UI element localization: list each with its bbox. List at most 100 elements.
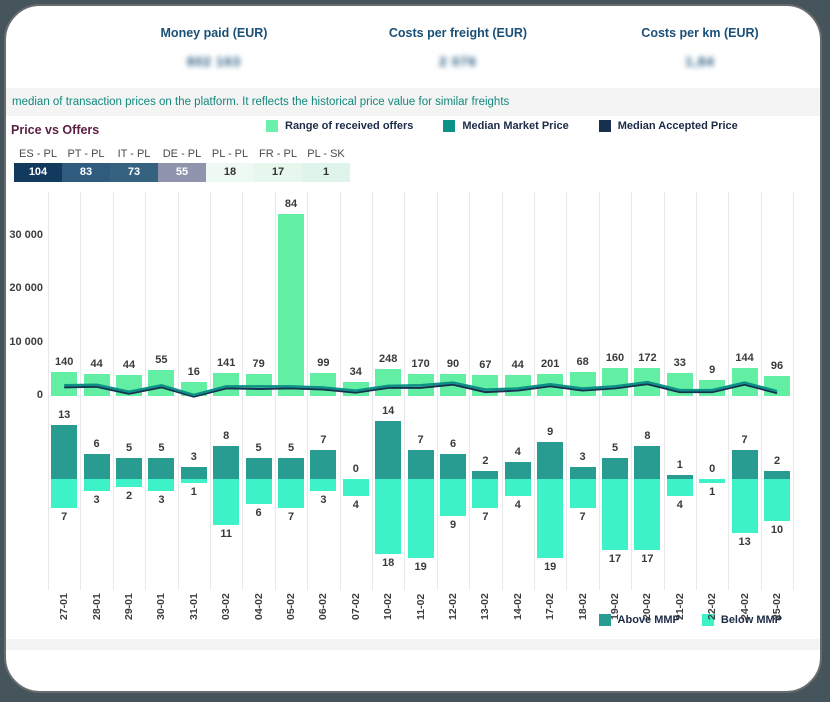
price-vs-offers-chart: Above MMP Below MMP 010 00020 00030 0001… <box>6 184 822 642</box>
legend-item-mmp: Median Market Price <box>443 120 568 132</box>
below-mmp-bar[interactable] <box>51 479 77 508</box>
offer-range-bar[interactable] <box>213 373 239 396</box>
below-mmp-label: 7 <box>269 511 313 523</box>
below-mmp-bar[interactable] <box>116 479 142 487</box>
below-mmp-label: 7 <box>42 511 86 523</box>
below-mmp-bar[interactable] <box>408 479 434 558</box>
offer-range-bar[interactable] <box>116 375 142 396</box>
subtitle-strip: median of transaction prices on the plat… <box>6 88 820 116</box>
above-mmp-bar[interactable] <box>148 458 174 479</box>
x-axis-date-label: 11-02 <box>413 576 429 620</box>
legend-item-map: Median Accepted Price <box>599 120 738 132</box>
mmp-swatch-icon <box>443 120 455 132</box>
offer-count-label: 9 <box>690 364 734 376</box>
above-mmp-label: 2 <box>755 455 799 467</box>
below-mmp-bar[interactable] <box>764 479 790 521</box>
above-mmp-bar[interactable] <box>310 450 336 479</box>
x-axis-date-label: 17-02 <box>542 576 558 620</box>
below-mmp-bar[interactable] <box>537 479 563 558</box>
above-mmp-bar[interactable] <box>732 450 758 479</box>
x-axis-date-label: 18-02 <box>575 576 591 620</box>
above-mmp-bar[interactable] <box>505 462 531 479</box>
below-mmp-bar[interactable] <box>343 479 369 496</box>
offer-range-bar[interactable] <box>699 380 725 396</box>
offer-range-bar[interactable] <box>764 376 790 396</box>
vertical-gridline <box>340 192 341 590</box>
below-mmp-bar[interactable] <box>634 479 660 550</box>
offer-range-bar[interactable] <box>472 375 498 396</box>
above-mmp-bar[interactable] <box>84 454 110 479</box>
offer-range-bar[interactable] <box>602 368 628 396</box>
below-mmp-bar[interactable] <box>278 479 304 508</box>
offer-range-bar[interactable] <box>181 382 207 396</box>
below-mmp-bar[interactable] <box>181 479 207 483</box>
offer-range-bar[interactable] <box>667 373 693 396</box>
above-mmp-label: 9 <box>528 426 572 438</box>
tab-fr-pl[interactable]: FR - PL17 <box>254 145 302 182</box>
vertical-gridline <box>178 192 179 590</box>
median-price-lines <box>6 184 822 642</box>
offer-range-bar[interactable] <box>278 214 304 396</box>
tab-es-pl[interactable]: ES - PL104 <box>14 145 62 182</box>
below-mmp-bar[interactable] <box>505 479 531 496</box>
above-mmp-bar[interactable] <box>634 446 660 479</box>
below-mmp-bar[interactable] <box>246 479 272 504</box>
below-mmp-bar[interactable] <box>440 479 466 516</box>
above-mmp-bar[interactable] <box>472 471 498 479</box>
tab-it-pl[interactable]: IT - PL73 <box>110 145 158 182</box>
below-mmp-label: 7 <box>463 511 507 523</box>
offer-range-bar[interactable] <box>343 382 369 396</box>
offer-range-bar[interactable] <box>408 374 434 396</box>
offer-range-bar[interactable] <box>246 374 272 396</box>
below-mmp-bar[interactable] <box>375 479 401 554</box>
map-swatch-icon <box>599 120 611 132</box>
offer-range-bar[interactable] <box>570 372 596 396</box>
below-mmp-bar[interactable] <box>570 479 596 508</box>
offer-range-bar[interactable] <box>505 375 531 396</box>
y-axis-tick-label: 0 <box>6 389 43 401</box>
below-mmp-bar[interactable] <box>213 479 239 525</box>
below-mmp-label: 17 <box>625 553 669 565</box>
offer-range-bar[interactable] <box>310 373 336 396</box>
below-mmp-bar[interactable] <box>148 479 174 491</box>
below-mmp-bar[interactable] <box>699 479 725 483</box>
offer-range-bar[interactable] <box>148 370 174 396</box>
offer-count-label: 96 <box>755 360 799 372</box>
below-mmp-bar[interactable] <box>732 479 758 533</box>
tab-pl-pl[interactable]: PL - PL18 <box>206 145 254 182</box>
above-mmp-label: 0 <box>690 463 734 475</box>
offer-range-bar[interactable] <box>537 374 563 396</box>
x-axis-date-label: 20-02 <box>639 576 655 620</box>
tab-label: FR - PL <box>254 145 302 163</box>
offer-range-bar[interactable] <box>84 374 110 396</box>
tab-pt-pl[interactable]: PT - PL83 <box>62 145 110 182</box>
below-mmp-bar[interactable] <box>472 479 498 508</box>
offer-range-bar[interactable] <box>375 369 401 396</box>
below-mmp-label: 13 <box>723 536 767 548</box>
above-mmp-bar[interactable] <box>440 454 466 479</box>
offer-range-bar[interactable] <box>732 368 758 396</box>
above-mmp-bar[interactable] <box>51 425 77 479</box>
above-mmp-bar[interactable] <box>764 471 790 479</box>
above-mmp-bar[interactable] <box>537 442 563 479</box>
below-mmp-bar[interactable] <box>84 479 110 491</box>
below-mmp-bar[interactable] <box>602 479 628 550</box>
below-mmp-bar[interactable] <box>310 479 336 491</box>
offer-range-bar[interactable] <box>51 372 77 396</box>
above-mmp-bar[interactable] <box>213 446 239 479</box>
above-mmp-bar[interactable] <box>602 458 628 479</box>
above-mmp-bar[interactable] <box>181 467 207 479</box>
legend-item-range: Range of received offers <box>266 120 413 132</box>
tab-de-pl[interactable]: DE - PL55 <box>158 145 206 182</box>
above-mmp-bar[interactable] <box>278 458 304 479</box>
tab-pl-sk[interactable]: PL - SK1 <box>302 145 350 182</box>
above-mmp-bar[interactable] <box>375 421 401 479</box>
offer-range-bar[interactable] <box>634 368 660 396</box>
above-mmp-bar[interactable] <box>408 450 434 479</box>
below-mmp-bar[interactable] <box>667 479 693 496</box>
above-mmp-bar[interactable] <box>570 467 596 479</box>
offer-range-bar[interactable] <box>440 374 466 396</box>
above-mmp-bar[interactable] <box>246 458 272 479</box>
above-mmp-bar[interactable] <box>116 458 142 479</box>
y-axis-tick-label: 30 000 <box>6 229 43 241</box>
